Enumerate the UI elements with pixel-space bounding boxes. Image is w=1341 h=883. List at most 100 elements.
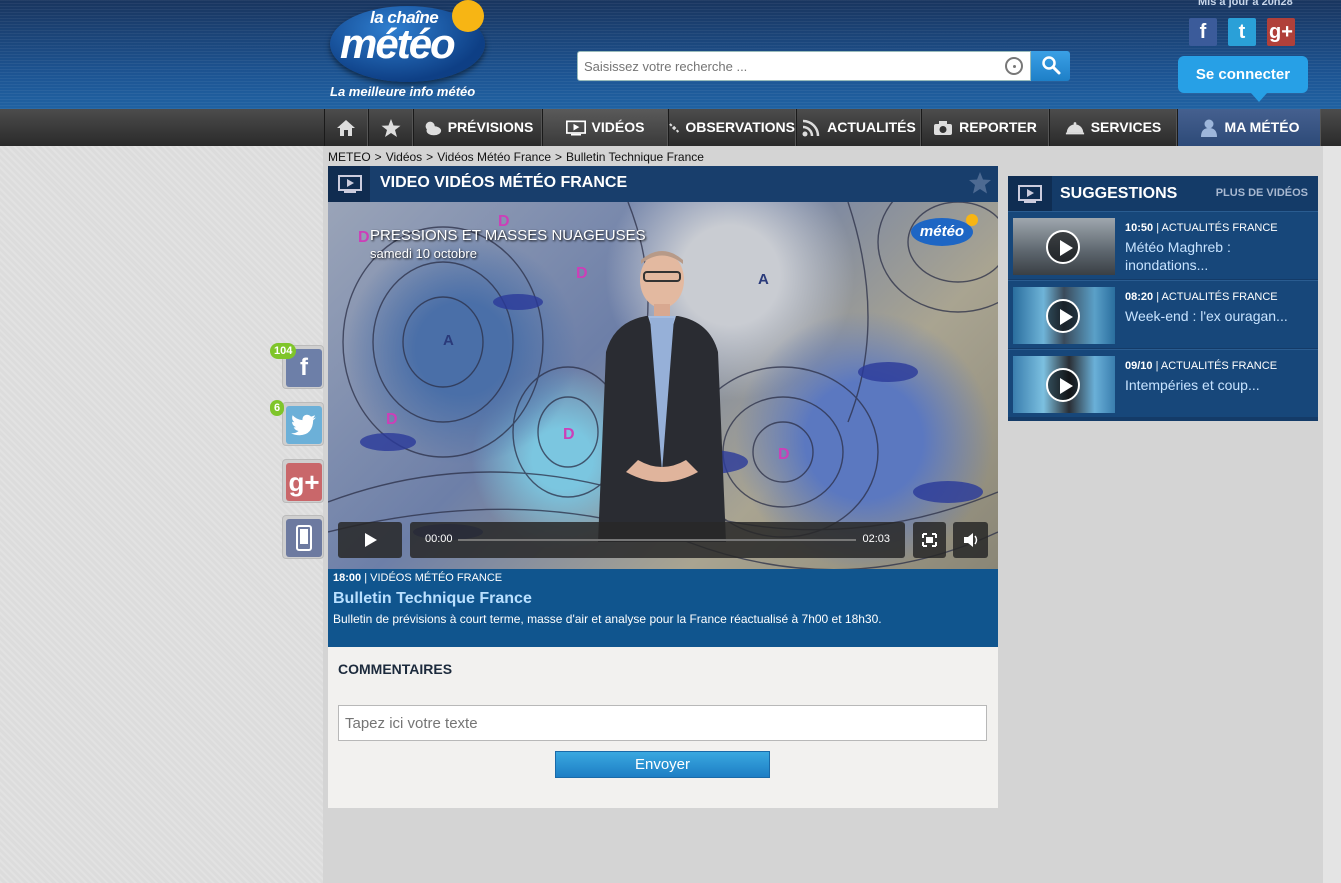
breadcrumb-link[interactable]: Vidéos Météo France	[437, 150, 551, 164]
suggestion-item[interactable]: 08:20 | ACTUALITÉS FRANCE Week-end : l'e…	[1008, 280, 1318, 348]
phone-shape	[296, 525, 312, 551]
nav-observations[interactable]: OBSERVATIONS	[668, 109, 796, 146]
google-plus-icon[interactable]: g+	[1267, 18, 1295, 46]
send-button[interactable]: Envoyer	[555, 751, 770, 778]
suggestion-time: 08:20	[1125, 291, 1154, 303]
nav-favorites[interactable]	[368, 109, 413, 146]
nav-reporter[interactable]: REPORTER	[921, 109, 1049, 146]
breadcrumb-sep: >	[374, 150, 382, 164]
suggestion-thumbnail	[1013, 287, 1115, 344]
video-controls: 00:00 02:03	[338, 522, 988, 558]
more-videos-link[interactable]: PLUS DE VIDÉOS	[1216, 187, 1308, 199]
suggestion-item[interactable]: 10:50 | ACTUALITÉS FRANCE Météo Maghreb …	[1008, 211, 1318, 279]
nav-label: SERVICES	[1090, 119, 1162, 135]
video-header: VIDEO VIDÉOS MÉTÉO FRANCE	[328, 166, 998, 202]
breadcrumb-current: Bulletin Technique France	[566, 150, 704, 164]
twitter-icon	[286, 406, 322, 444]
favorite-star-icon[interactable]	[968, 171, 992, 195]
search-input[interactable]	[577, 51, 1031, 81]
play-icon	[365, 533, 377, 547]
video-header-icon-box	[328, 166, 370, 202]
video-overlay-logo: météo	[911, 214, 978, 246]
breadcrumb: METEO > Vidéos > Vidéos Météo France > Bulleti…	[328, 150, 708, 164]
video-section-title: VIDEO VIDÉOS MÉTÉO FRANCE	[380, 174, 628, 191]
comment-input[interactable]	[338, 705, 987, 741]
suggestion-time: 10:50	[1125, 222, 1154, 234]
suggestion-title: Météo Maghreb : inondations...	[1125, 239, 1231, 273]
share-google-plus[interactable]: g+	[282, 459, 324, 503]
play-button[interactable]	[338, 522, 402, 558]
progress-track[interactable]	[458, 539, 856, 541]
search-icon	[1041, 55, 1060, 74]
camera-icon	[934, 120, 953, 135]
suggestion-thumbnail	[1013, 356, 1115, 413]
video-player[interactable]: DDDDDD AA PRESSIONS ET MASSES NUAGEUSES …	[328, 202, 998, 569]
suggestion-category: | ACTUALITÉS FRANCE	[1155, 360, 1278, 372]
progress-bar[interactable]: 00:00 02:03	[410, 522, 905, 558]
suggestion-item[interactable]: 09/10 | ACTUALITÉS FRANCE Intempéries et…	[1008, 349, 1318, 417]
svg-text:A: A	[758, 271, 769, 288]
nav-label: PRÉVISIONS	[447, 119, 534, 135]
mobile-phone-icon	[286, 519, 322, 557]
connect-button[interactable]: Se connecter	[1178, 56, 1308, 93]
suggestions-title: SUGGESTIONS	[1060, 185, 1178, 202]
nav-home[interactable]	[324, 109, 368, 146]
video-icon	[565, 120, 586, 135]
suggestion-category: | ACTUALITÉS FRANCE	[1156, 222, 1278, 234]
suggestion-thumbnail	[1013, 218, 1115, 275]
update-time: Mis à jour à 20h28	[1198, 0, 1293, 8]
video-time: 18:00	[333, 572, 362, 584]
video-meta: 18:00 | VIDÉOS MÉTÉO FRANCE	[333, 572, 502, 584]
twitter-icon[interactable]: t	[1228, 18, 1256, 46]
geolocate-icon[interactable]	[1005, 57, 1023, 75]
site-header: la chaîne météo La meilleure info météo …	[0, 0, 1341, 109]
twitter-count-badge: 6	[270, 400, 285, 416]
time-total: 02:03	[862, 533, 890, 545]
svg-text:D: D	[563, 426, 575, 443]
nav-label: REPORTER	[959, 119, 1037, 135]
presenter-figure	[598, 251, 726, 542]
page-scroll-strip	[1323, 146, 1341, 883]
nav-previsions[interactable]: PRÉVISIONS	[413, 109, 542, 146]
play-icon	[1046, 230, 1080, 264]
video-title: Bulletin Technique France	[333, 590, 532, 607]
search-bar	[577, 51, 1070, 81]
time-current: 00:00	[425, 533, 453, 545]
volume-icon	[964, 533, 978, 547]
twitter-bird-icon	[291, 414, 316, 436]
user-icon	[1200, 119, 1217, 137]
suggestion-title: Intempéries et coup...	[1125, 377, 1260, 393]
share-twitter[interactable]	[282, 402, 324, 446]
bell-icon	[1065, 121, 1084, 134]
rss-icon	[802, 119, 820, 136]
nav-label: ACTUALITÉS	[827, 119, 916, 135]
facebook-icon[interactable]: f	[1189, 18, 1217, 46]
breadcrumb-sep: >	[555, 150, 563, 164]
nav-ma-meteo[interactable]: MA MÉTÉO	[1177, 109, 1321, 146]
comments-title: COMMENTAIRES	[338, 661, 453, 677]
svg-text:A: A	[443, 332, 454, 349]
connect-tooltip-tip	[1251, 93, 1267, 102]
volume-button[interactable]	[953, 522, 988, 558]
site-logo[interactable]: la chaîne météo La meilleure info météo	[330, 0, 490, 100]
nav-videos[interactable]: VIDÉOS	[542, 109, 668, 146]
video-info: 18:00 | VIDÉOS MÉTÉO FRANCE Bulletin Tec…	[328, 569, 998, 647]
facebook-count-badge: 104	[270, 343, 297, 359]
nav-label: OBSERVATIONS	[685, 119, 795, 135]
comments-section: COMMENTAIRES Envoyer	[328, 647, 998, 808]
suggestions-header: SUGGESTIONS PLUS DE VIDÉOS	[1008, 176, 1318, 211]
breadcrumb-link[interactable]: METEO	[328, 150, 371, 164]
svg-text:D: D	[778, 446, 790, 463]
nav-actualites[interactable]: ACTUALITÉS	[796, 109, 921, 146]
nav-label: MA MÉTÉO	[1224, 119, 1300, 135]
share-mobile[interactable]	[282, 515, 324, 559]
nav-services[interactable]: SERVICES	[1049, 109, 1177, 146]
search-button[interactable]	[1031, 51, 1070, 81]
video-category[interactable]: | VIDÉOS MÉTÉO FRANCE	[364, 572, 502, 584]
suggestion-title: Week-end : l'ex ouragan...	[1125, 308, 1288, 324]
suggestion-meta: 09/10 | ACTUALITÉS FRANCE	[1125, 360, 1277, 372]
fullscreen-button[interactable]	[913, 522, 946, 558]
breadcrumb-link[interactable]: Vidéos	[386, 150, 422, 164]
star-icon	[381, 118, 400, 137]
video-description: Bulletin de prévisions à court terme, ma…	[333, 612, 882, 626]
